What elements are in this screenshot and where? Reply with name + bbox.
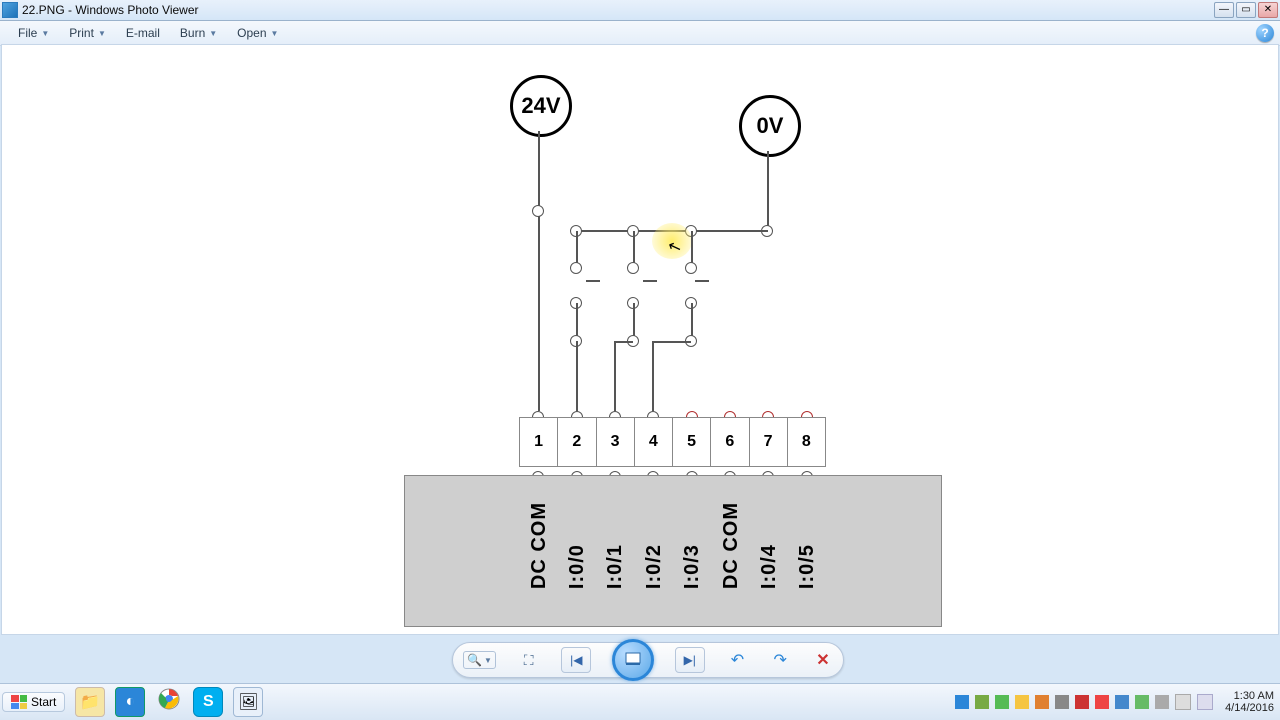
system-tray: 1:30 AM 4/14/2016: [955, 690, 1280, 714]
terminal-3: 3: [597, 417, 635, 467]
terminal-block: 1 2 3 4 5 6 7 8: [519, 417, 826, 467]
viewer-toolbar: 🔍 ▼ ⛶ |◀ ▶| ↶ ↷ ✕: [452, 642, 844, 678]
tray-icon-7[interactable]: [1075, 695, 1089, 709]
tray-icon-8[interactable]: [1095, 695, 1109, 709]
tray-time: 1:30 AM: [1225, 690, 1274, 702]
rotate-ccw-button[interactable]: ↶: [727, 650, 747, 670]
menu-open[interactable]: Open▼: [227, 26, 288, 40]
app-icon: ◐: [126, 693, 136, 711]
skip-next-icon: ▶|: [684, 653, 696, 667]
tray-icon-6[interactable]: [1055, 695, 1069, 709]
menu-burn[interactable]: Burn▼: [170, 26, 227, 40]
menu-email[interactable]: E-mail: [116, 26, 170, 40]
tray-icon-5[interactable]: [1035, 695, 1049, 709]
rotate-cw-button[interactable]: ↷: [770, 650, 790, 670]
start-button[interactable]: Start: [2, 692, 65, 712]
photo-viewport[interactable]: 24V 0V ↖: [1, 44, 1279, 635]
terminal-7: 7: [750, 417, 788, 467]
chevron-down-icon: ▼: [484, 656, 492, 665]
next-button[interactable]: ▶|: [675, 647, 705, 673]
magnifier-icon: 🔍: [467, 653, 482, 667]
chrome-icon: [158, 688, 180, 715]
tray-icon-11[interactable]: [1155, 695, 1169, 709]
tray-icon-2[interactable]: [975, 695, 989, 709]
plc-labels: DC COM I:0/0 I:0/1 I:0/2 I:0/3 DC COM I:…: [520, 502, 827, 589]
taskbar-explorer[interactable]: 📁: [75, 687, 105, 717]
tray-icon-4[interactable]: [1015, 695, 1029, 709]
rotate-cw-icon: ↷: [773, 650, 786, 670]
minimize-button[interactable]: —: [1214, 2, 1234, 18]
wiring-diagram: 24V 0V ↖: [402, 75, 942, 630]
label-0v: 0V: [739, 95, 801, 157]
tray-icon-10[interactable]: [1135, 695, 1149, 709]
app-icon: [2, 2, 18, 18]
delete-button[interactable]: ✕: [813, 650, 833, 670]
terminal-5: 5: [673, 417, 711, 467]
close-button[interactable]: ✕: [1258, 2, 1278, 18]
tray-icon-3[interactable]: [995, 695, 1009, 709]
zoom-button[interactable]: 🔍 ▼: [463, 651, 496, 669]
fit-icon: ⛶: [524, 652, 534, 669]
terminal-2: 2: [558, 417, 596, 467]
tray-clock[interactable]: 1:30 AM 4/14/2016: [1225, 690, 1274, 714]
slideshow-button[interactable]: [612, 639, 654, 681]
tray-icon-9[interactable]: [1115, 695, 1129, 709]
delete-icon: ✕: [816, 650, 829, 670]
previous-button[interactable]: |◀: [561, 647, 591, 673]
taskbar-skype[interactable]: S: [193, 687, 223, 717]
title-bar: 22.PNG - Windows Photo Viewer — ▭ ✕: [0, 0, 1280, 21]
window-title: 22.PNG - Windows Photo Viewer: [22, 3, 1212, 17]
rotate-ccw-icon: ↶: [731, 650, 744, 670]
tray-date: 4/14/2016: [1225, 702, 1274, 714]
taskbar-chrome[interactable]: [155, 687, 183, 715]
terminal-4: 4: [635, 417, 673, 467]
label-24v: 24V: [510, 75, 572, 137]
menu-file[interactable]: File▼: [8, 26, 59, 40]
tray-volume-icon[interactable]: [1175, 694, 1191, 710]
taskbar-photo-viewer[interactable]: 🖼: [233, 687, 263, 717]
slideshow-icon: [625, 652, 641, 669]
windows-logo-icon: [11, 695, 27, 709]
tray-network-icon[interactable]: [1197, 694, 1213, 710]
skip-prev-icon: |◀: [570, 653, 582, 667]
taskbar-app-blue[interactable]: ◐: [115, 687, 145, 717]
image-icon: 🖼: [238, 692, 258, 712]
tray-icon-1[interactable]: [955, 695, 969, 709]
terminal-1: 1: [519, 417, 558, 467]
menu-bar: File▼ Print▼ E-mail Burn▼ Open▼ ?: [0, 21, 1280, 46]
start-label: Start: [31, 695, 56, 709]
maximize-button[interactable]: ▭: [1236, 2, 1256, 18]
fit-button[interactable]: ⛶: [519, 650, 539, 670]
skype-icon: S: [203, 693, 214, 711]
menu-print[interactable]: Print▼: [59, 26, 116, 40]
taskbar: Start 📁 ◐ S 🖼: [0, 683, 1280, 720]
terminal-8: 8: [788, 417, 826, 467]
folder-icon: 📁: [80, 692, 100, 712]
plc-card: DC COM I:0/0 I:0/1 I:0/2 I:0/3 DC COM I:…: [404, 475, 942, 627]
help-icon[interactable]: ?: [1256, 24, 1274, 42]
terminal-6: 6: [711, 417, 749, 467]
